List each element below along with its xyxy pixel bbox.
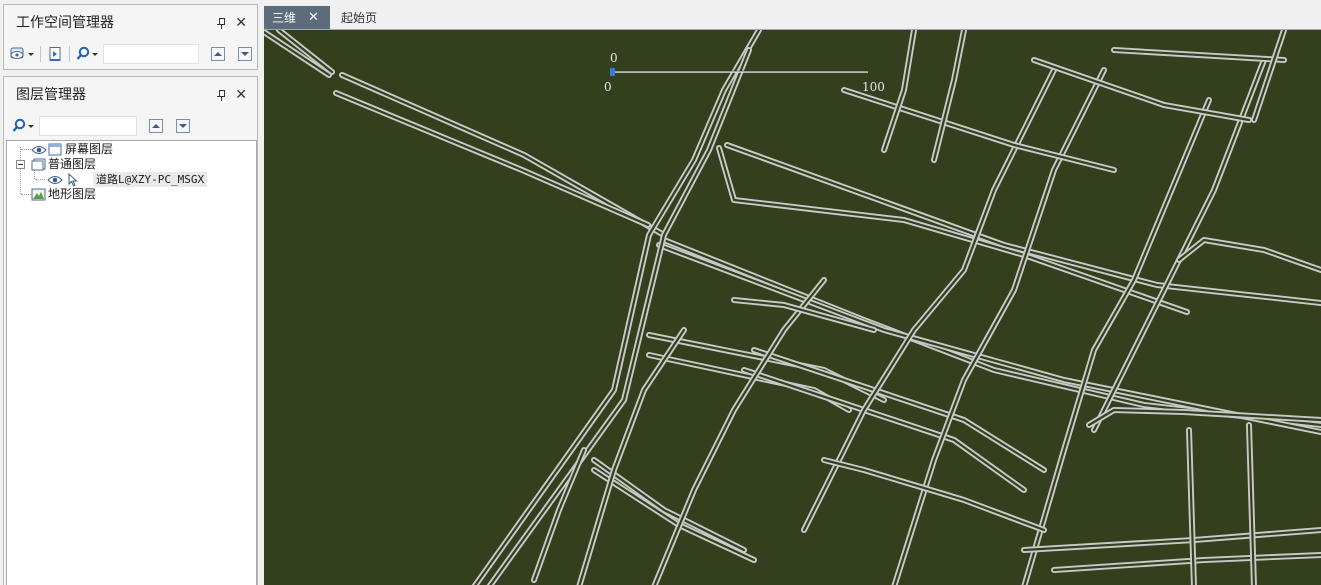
slider-value-label: 0 (610, 51, 618, 65)
slider-min-label: 0 (604, 80, 612, 94)
open-workspace-dropdown-button[interactable] (8, 44, 34, 64)
normal-layer-icon (31, 158, 46, 171)
up-arrow-icon (214, 52, 222, 56)
tab-3d-scene[interactable]: 三维 ✕ (264, 6, 330, 29)
layer-panel-header: 图层管理器 ✕ (4, 77, 257, 113)
find-next-button[interactable] (176, 119, 190, 133)
tree-item-normal-layer[interactable]: 普通图层 (31, 157, 96, 172)
selectable-cursor-icon[interactable] (67, 172, 79, 187)
tree-item-label: 道路L@XZY-PC_MSGX (93, 172, 208, 187)
close-tab-icon[interactable]: ✕ (308, 11, 319, 24)
tree-item-screen-layer[interactable]: 屏幕图层 (31, 142, 113, 157)
workspace-toolbar (4, 41, 257, 67)
layer-toolbar (4, 113, 257, 139)
up-arrow-icon (152, 124, 160, 128)
close-icon[interactable]: ✕ (235, 16, 247, 30)
road-segment-core (277, 30, 334, 74)
tree-item-label: 屏幕图层 (65, 142, 114, 156)
tree-item-label: 普通图层 (48, 157, 97, 171)
road-segment (646, 332, 887, 403)
tree-item-label: 地形图层 (48, 187, 97, 201)
import-icon (49, 47, 61, 61)
road-segment (471, 30, 762, 585)
tab-label: 三维 (272, 11, 297, 25)
road-segment (801, 67, 1057, 533)
close-icon[interactable]: ✕ (235, 88, 247, 102)
workspace-panel: 工作空间管理器 ✕ (3, 4, 258, 70)
search-icon (76, 46, 90, 60)
road-segment-core (893, 68, 1106, 585)
tree-item-terrain-layer[interactable]: 地形图层 (31, 187, 96, 202)
workspace-panel-title: 工作空间管理器 (16, 15, 114, 31)
layer-search-input[interactable] (39, 116, 137, 136)
road-segment (881, 30, 917, 153)
road-network-scene (264, 30, 1321, 585)
tab-label: 起始页 (341, 11, 378, 25)
pin-icon[interactable] (217, 18, 226, 29)
road-segment (891, 67, 1107, 585)
layer-search-dropdown-button[interactable] (12, 116, 34, 136)
road-segment (724, 142, 1321, 306)
find-previous-button[interactable] (211, 47, 225, 61)
import-button[interactable] (47, 44, 63, 64)
workspace-search-input[interactable] (103, 44, 199, 64)
road-segment-core (653, 278, 826, 585)
down-arrow-icon (179, 124, 187, 128)
road-segment-core (264, 30, 331, 77)
find-next-button[interactable] (238, 47, 252, 61)
layer-tree: 屏幕图层 普通图层 道路L@XZY-PC_MSGX 地形图层 (6, 140, 257, 585)
road-segment-core (725, 143, 1321, 305)
road-segment-core (1112, 48, 1286, 62)
road-segment (651, 277, 827, 585)
depth-slider[interactable] (608, 67, 870, 77)
road-segment (1031, 57, 1252, 123)
scene-viewport[interactable]: 0 0 100 (264, 29, 1321, 585)
document-tab-bar: 三维 ✕ 起始页 (263, 4, 1321, 29)
visibility-eye-icon[interactable] (47, 174, 63, 186)
road-segment-core (752, 348, 1046, 472)
road-segment (821, 457, 1047, 533)
screen-layer-icon (48, 143, 62, 156)
road-segment (1176, 237, 1321, 273)
road-segment (591, 457, 747, 553)
slider-max-label: 100 (862, 80, 885, 94)
workspace-icon (10, 47, 24, 59)
layer-panel-title: 图层管理器 (16, 87, 86, 103)
terrain-layer-icon (31, 188, 46, 201)
pin-icon[interactable] (217, 90, 226, 101)
visibility-eye-icon[interactable] (31, 144, 47, 156)
search-icon (12, 118, 26, 132)
search-dropdown-button[interactable] (76, 44, 98, 64)
find-previous-button[interactable] (149, 119, 163, 133)
workspace-panel-header: 工作空间管理器 ✕ (4, 5, 257, 41)
collapse-toggle[interactable] (16, 160, 25, 169)
slider-handle[interactable] (610, 68, 615, 76)
down-arrow-icon (241, 52, 249, 56)
layer-panel: 图层管理器 ✕ 屏幕图层 普通图层 道路L@XZY-PC_MSGX 地形图层 (3, 76, 258, 585)
tab-start-page[interactable]: 起始页 (333, 6, 385, 29)
road-segment (751, 347, 1047, 473)
tree-item-road-layer[interactable]: 道路L@XZY-PC_MSGX (47, 172, 208, 187)
